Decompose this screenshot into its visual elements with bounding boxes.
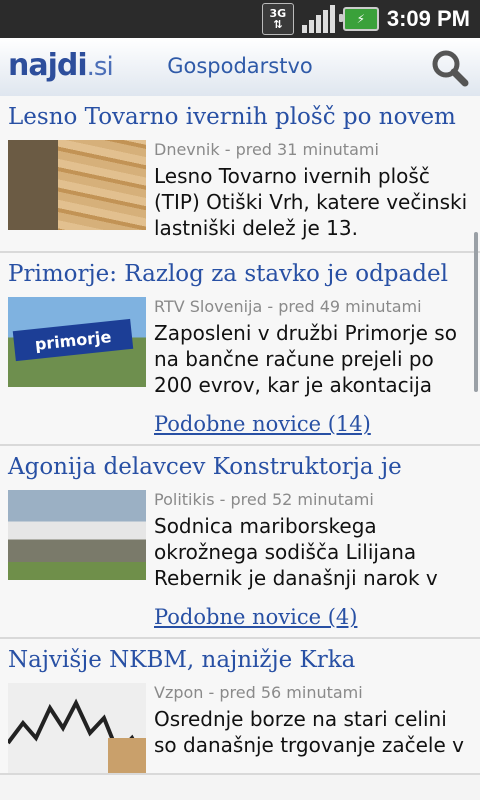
status-bar: 3G ⇅ ⚡ 3:09 PM [0, 0, 480, 38]
news-snippet[interactable]: Zaposleni v družbi Primorje so na bančne… [154, 320, 472, 398]
battery-charging-icon: ⚡ [338, 7, 379, 31]
news-thumbnail[interactable] [8, 490, 146, 580]
scrollbar[interactable] [474, 232, 478, 392]
network-3g-icon: 3G ⇅ [261, 3, 294, 35]
news-item[interactable]: Agonija delavcev Konstruktorja je Politi… [0, 446, 480, 639]
news-source: Politikis - pred 52 minutami [154, 490, 374, 509]
clock: 3:09 PM [386, 6, 470, 31]
news-title[interactable]: Lesno Tovarno ivernih plošč po novem [0, 96, 480, 136]
news-title[interactable]: Agonija delavcev Konstruktorja je [0, 446, 480, 486]
signal-strength-icon [301, 5, 335, 33]
news-snippet[interactable]: Lesno Tovarno ivernih plošč (TIP) Otiški… [154, 163, 472, 241]
news-snippet[interactable]: Sodnica mariborskega okrožnega sodišča L… [154, 513, 472, 591]
news-source: RTV Slovenija - pred 49 minutami [154, 297, 422, 316]
section-title: Gospodarstvo [167, 54, 313, 78]
news-title[interactable]: Primorje: Razlog za stavko je odpadel [0, 253, 480, 293]
banner-text: primorje [12, 318, 134, 362]
news-source: Vzpon - pred 56 minutami [154, 683, 363, 702]
news-item[interactable]: Najvišje NKBM, najnižje Krka Vzpon - pre… [0, 639, 480, 775]
search-icon [432, 50, 469, 87]
similar-news-link[interactable]: Podobne novice (4) [154, 605, 357, 629]
news-item[interactable]: Primorje: Razlog za stavko je odpadel pr… [0, 253, 480, 446]
news-title[interactable]: Najvišje NKBM, najnižje Krka [0, 639, 480, 679]
news-list[interactable]: Lesno Tovarno ivernih plošč po novem Dne… [0, 96, 480, 800]
news-snippet[interactable]: Osrednje borze na stari celini so današn… [154, 706, 472, 758]
similar-news-link[interactable]: Podobne novice (14) [154, 412, 371, 436]
search-button[interactable] [430, 48, 470, 88]
news-source: Dnevnik - pred 31 minutami [154, 140, 379, 159]
news-thumbnail[interactable]: primorje [8, 297, 146, 387]
news-item[interactable]: Lesno Tovarno ivernih plošč po novem Dne… [0, 96, 480, 253]
app-bar: najdi.si Gospodarstvo [0, 38, 480, 97]
news-thumbnail[interactable] [8, 140, 146, 230]
stock-chart-image [8, 698, 146, 773]
news-thumbnail[interactable] [8, 683, 146, 773]
